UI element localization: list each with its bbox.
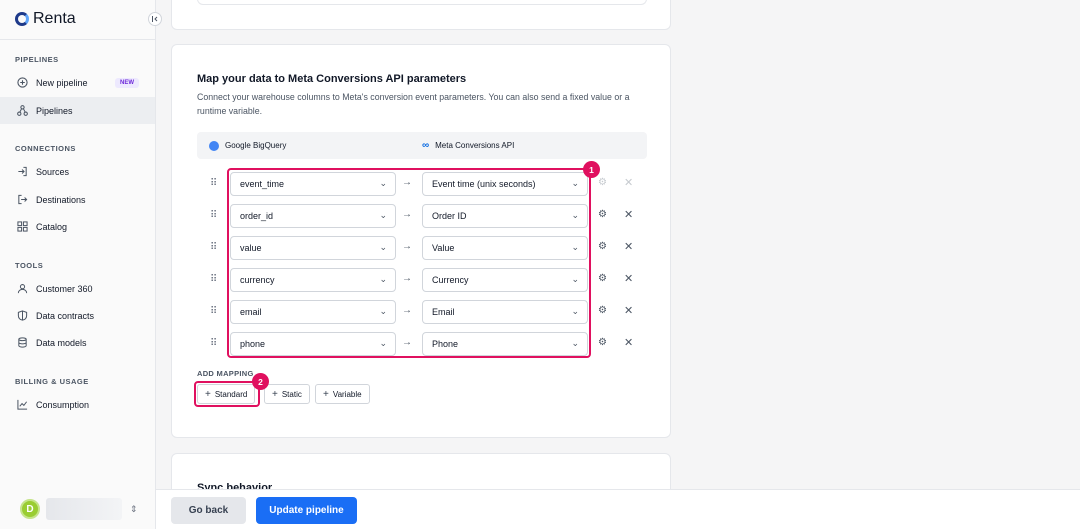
close-icon[interactable]: ✕ bbox=[624, 336, 633, 349]
add-variable-button[interactable]: + Variable bbox=[315, 384, 370, 404]
close-icon[interactable]: ✕ bbox=[624, 208, 633, 221]
meta-icon: ∞ bbox=[422, 140, 430, 151]
source-header: Google BigQuery bbox=[209, 132, 286, 159]
previous-section-card bbox=[171, 0, 671, 30]
sidebar-item-label: Consumption bbox=[36, 399, 90, 410]
mapping-description: Connect your warehouse columns to Meta's… bbox=[197, 92, 630, 116]
previous-section-input bbox=[197, 0, 647, 5]
gear-icon[interactable]: ⚙ bbox=[598, 337, 607, 348]
sidebar-item-label: Customer 360 bbox=[36, 283, 93, 294]
sidebar-item-sources[interactable]: Sources bbox=[0, 158, 155, 185]
plus-icon: + bbox=[272, 388, 278, 400]
source-label: Google BigQuery bbox=[225, 141, 287, 150]
section-pipelines: PIPELINES bbox=[15, 55, 59, 64]
sidebar-item-label: Catalog bbox=[36, 221, 68, 232]
highlight-standard-button bbox=[194, 381, 260, 407]
go-back-button[interactable]: Go back bbox=[171, 497, 246, 524]
sidebar-divider bbox=[0, 39, 155, 40]
close-icon[interactable]: ✕ bbox=[624, 240, 633, 253]
update-pipeline-button[interactable]: Update pipeline bbox=[256, 497, 357, 524]
step-marker-2: 2 bbox=[252, 373, 269, 390]
add-mapping-label: ADD MAPPING bbox=[197, 369, 254, 378]
sidebar-item-destinations[interactable]: Destinations bbox=[0, 186, 155, 213]
sidebar-item-label: Destinations bbox=[36, 194, 86, 205]
avatar: D bbox=[20, 499, 40, 519]
section-connections: CONNECTIONS bbox=[15, 144, 76, 153]
destination-label: Meta Conversions API bbox=[435, 141, 515, 150]
plus-circle-icon bbox=[16, 77, 28, 89]
gear-icon: ⚙ bbox=[598, 177, 607, 188]
sidebar-item-label: Sources bbox=[36, 166, 70, 177]
mapping-card: Map your data to Meta Conversions API pa… bbox=[171, 44, 671, 438]
mapping-header: Google BigQuery ∞ Meta Conversions API bbox=[197, 132, 647, 159]
destination-header: ∞ Meta Conversions API bbox=[422, 132, 514, 159]
section-tools: TOOLS bbox=[15, 261, 44, 270]
logout-icon bbox=[16, 194, 28, 206]
bigquery-icon bbox=[209, 140, 219, 151]
chart-line-icon bbox=[16, 399, 28, 411]
close-icon: ✕ bbox=[624, 177, 634, 189]
close-icon[interactable]: ✕ bbox=[624, 272, 633, 285]
user-name-redacted bbox=[46, 498, 122, 520]
chevron-updown-icon: ⇕ bbox=[130, 503, 138, 514]
user-menu[interactable]: D ⇕ bbox=[20, 498, 138, 520]
plus-icon: + bbox=[323, 388, 329, 400]
drag-handle-icon[interactable]: ⠿ bbox=[210, 274, 217, 285]
sidebar-item-consumption[interactable]: Consumption bbox=[0, 391, 155, 418]
section-billing: BILLING & USAGE bbox=[15, 377, 89, 386]
sidebar-item-label: New pipeline bbox=[36, 77, 88, 88]
drag-handle-icon[interactable]: ⠿ bbox=[210, 306, 217, 317]
drag-handle-icon[interactable]: ⠿ bbox=[210, 210, 217, 221]
footer-bar: Go back Update pipeline bbox=[156, 489, 1080, 529]
sidebar-item-customer-360[interactable]: Customer 360 bbox=[0, 275, 155, 302]
gear-icon[interactable]: ⚙ bbox=[598, 273, 607, 284]
user-icon bbox=[16, 283, 28, 295]
step-marker-1: 1 bbox=[583, 161, 600, 178]
collapse-sidebar-button[interactable] bbox=[148, 12, 162, 26]
database-icon bbox=[16, 337, 28, 349]
sidebar-item-data-models[interactable]: Data models bbox=[0, 329, 155, 356]
grid-icon bbox=[16, 221, 28, 233]
highlight-mapping-rows bbox=[227, 168, 591, 358]
gear-icon[interactable]: ⚙ bbox=[598, 305, 607, 316]
gear-icon[interactable]: ⚙ bbox=[598, 241, 607, 252]
mapping-title: Map your data to Meta Conversions API pa… bbox=[197, 73, 467, 85]
flow-icon bbox=[16, 105, 28, 117]
collapse-icon bbox=[152, 16, 158, 22]
close-icon[interactable]: ✕ bbox=[624, 304, 633, 317]
renta-logo[interactable]: Renta bbox=[15, 10, 76, 28]
sidebar-item-label: Data contracts bbox=[36, 310, 95, 321]
sidebar-item-data-contracts[interactable]: Data contracts bbox=[0, 302, 155, 329]
login-icon bbox=[16, 166, 28, 178]
shield-icon bbox=[16, 310, 28, 322]
sidebar-item-pipelines[interactable]: Pipelines bbox=[0, 97, 155, 124]
drag-handle-icon[interactable]: ⠿ bbox=[210, 178, 217, 189]
sidebar: Renta PIPELINES New pipeline NEW Pipelin… bbox=[0, 0, 156, 529]
renta-logo-icon bbox=[15, 12, 29, 26]
sidebar-item-catalog[interactable]: Catalog bbox=[0, 213, 155, 240]
drag-handle-icon[interactable]: ⠿ bbox=[210, 242, 217, 253]
drag-handle-icon[interactable]: ⠿ bbox=[210, 338, 217, 349]
gear-icon[interactable]: ⚙ bbox=[598, 209, 607, 220]
new-badge: NEW bbox=[115, 77, 139, 88]
sidebar-item-new-pipeline[interactable]: New pipeline NEW bbox=[0, 69, 155, 96]
app-name: Renta bbox=[33, 10, 76, 27]
add-static-label: Static bbox=[281, 389, 302, 399]
add-variable-label: Variable bbox=[332, 389, 362, 399]
sidebar-item-label: Data models bbox=[36, 337, 87, 348]
add-static-button[interactable]: + Static bbox=[264, 384, 310, 404]
sidebar-item-label: Pipelines bbox=[36, 105, 73, 116]
